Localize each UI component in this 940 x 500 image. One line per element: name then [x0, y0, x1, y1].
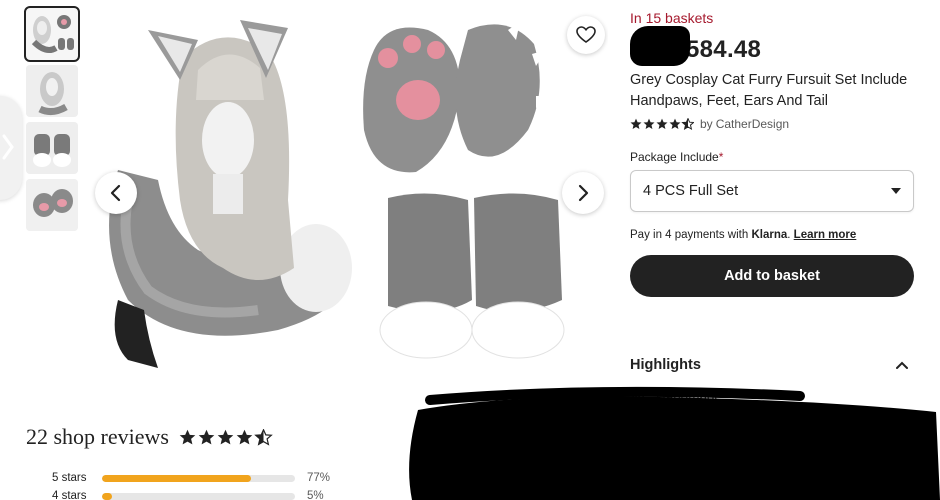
redaction-scribble: [409, 386, 940, 500]
